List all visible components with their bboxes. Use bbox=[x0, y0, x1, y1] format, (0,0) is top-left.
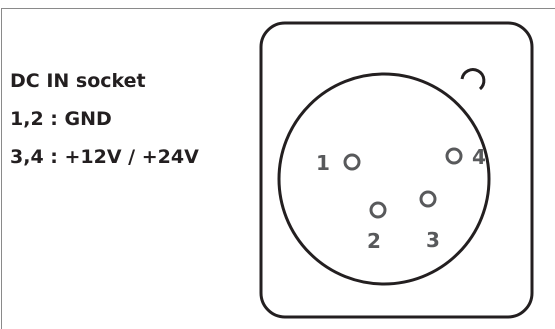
pin-4-hole bbox=[445, 147, 463, 165]
pin-2-hole bbox=[369, 201, 387, 219]
pin-4-label: 4 bbox=[472, 145, 486, 169]
xlr-socket-diagram: 1 2 3 4 bbox=[259, 21, 534, 319]
pin-1-hole bbox=[343, 153, 361, 171]
diagram-frame: DC IN socket 1,2 : GND 3,4 : +12V / +24V… bbox=[0, 0, 555, 329]
latch-notch bbox=[460, 68, 486, 91]
pin-1-label: 1 bbox=[316, 151, 330, 175]
socket-housing bbox=[259, 21, 534, 319]
socket-face bbox=[277, 72, 491, 286]
pin-3-hole bbox=[419, 190, 437, 208]
pin-3-label: 3 bbox=[426, 228, 440, 252]
pin-2-label: 2 bbox=[367, 229, 381, 253]
